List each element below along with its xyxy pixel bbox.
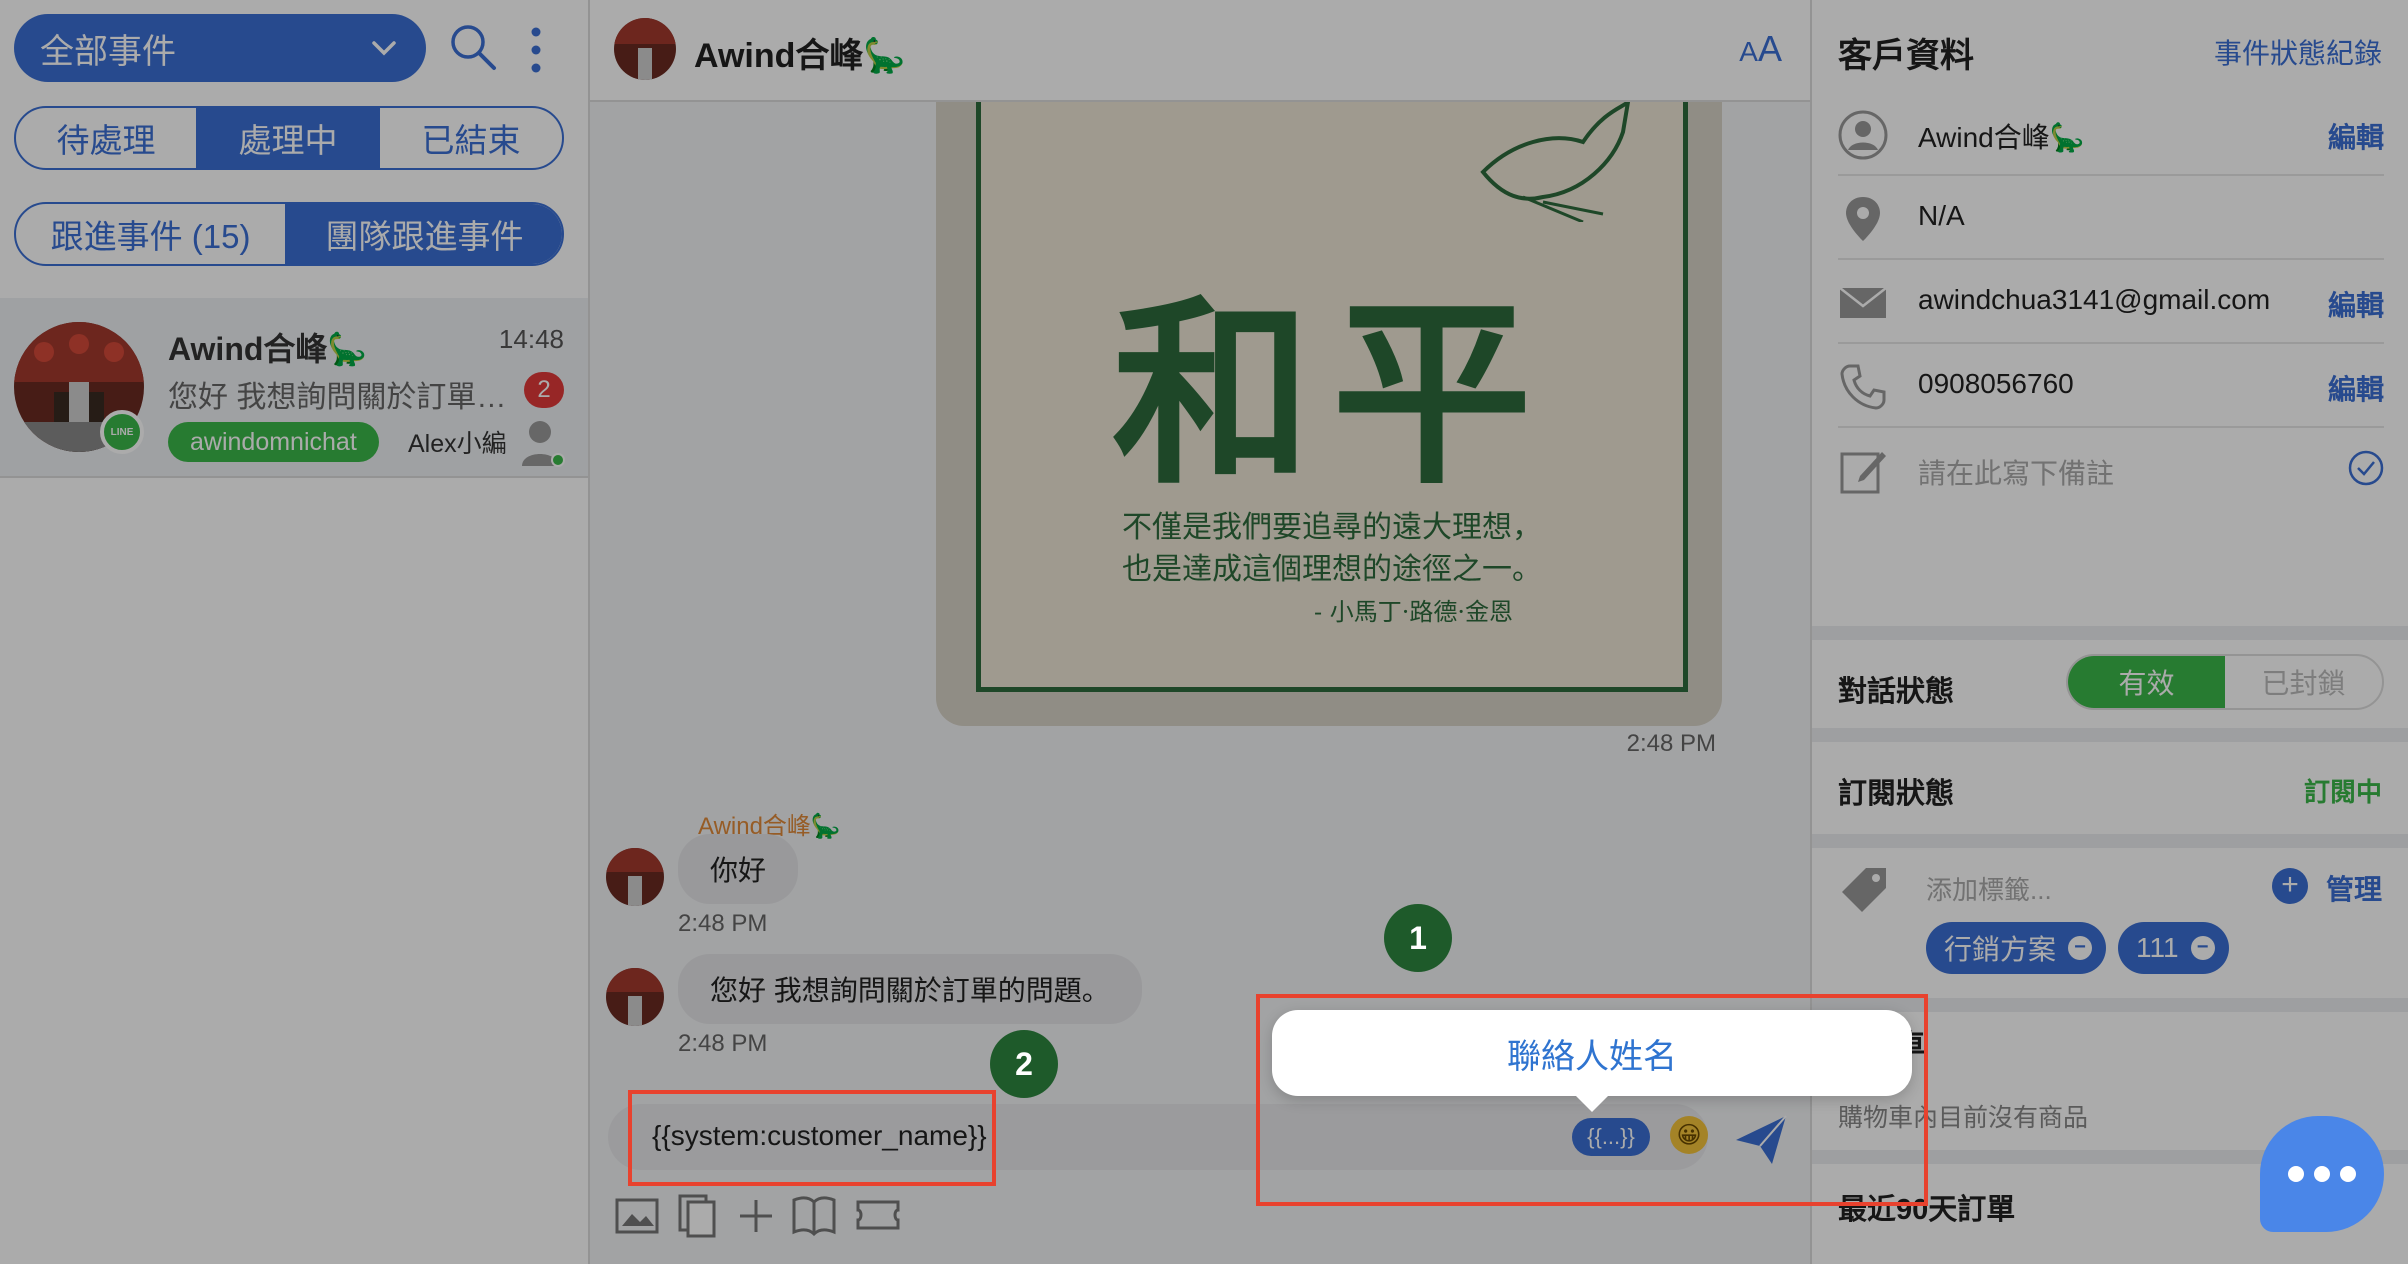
poster-quote-line2: 也是達成這個理想的途徑之一。 <box>1122 552 1542 587</box>
poster-author: - 小馬丁·路德·金恩 <box>1314 598 1513 626</box>
conversation-name: Awind合峰🦕 <box>168 331 368 367</box>
message-bubble: 你好 <box>678 834 799 904</box>
search-icon[interactable] <box>446 20 502 76</box>
tag-chip-label: 行銷方案 <box>1944 934 2057 965</box>
step-marker-2: 2 <box>990 1030 1058 1098</box>
agent-avatar-icon <box>522 421 565 467</box>
mail-icon <box>1839 287 1887 318</box>
conversation-time: 14:48 <box>498 324 564 354</box>
customer-name: Awind合峰🦕 <box>1918 122 2085 153</box>
unread-badge: 2 <box>524 372 564 408</box>
note-input[interactable]: 請在此寫下備註 <box>1918 452 2114 492</box>
tag-input[interactable]: 添加標籤... <box>1926 870 2052 907</box>
subscription-status-label: 訂閱狀態 <box>1838 778 1955 810</box>
user-icon <box>1838 110 1888 160</box>
line-channel-icon: LINE <box>100 410 144 454</box>
dot <box>2314 1166 2330 1182</box>
poster-title: 和平 <box>1111 277 1552 512</box>
tag-chip-label: 111 <box>2136 932 2179 963</box>
event-filter-label: 全部事件 <box>40 32 176 71</box>
chat-support-button[interactable] <box>2260 1116 2384 1232</box>
remove-tag-icon[interactable]: − <box>2068 936 2093 960</box>
dot <box>2288 1166 2304 1182</box>
tab-closed[interactable]: 已結束 <box>380 108 562 168</box>
customer-email: awindchua3141@gmail.com <box>1918 284 2271 315</box>
customer-info-title: 客戶資料 <box>1838 37 1974 75</box>
edit-email-button[interactable]: 編輯 <box>2328 284 2384 324</box>
manage-tags-button[interactable]: 管理 <box>2326 868 2382 908</box>
avatar <box>614 18 676 80</box>
customer-location-row: N/A <box>1838 176 2384 260</box>
event-history-link[interactable]: 事件狀態紀錄 <box>2214 32 2382 72</box>
status-blocked-option[interactable]: 已封鎖 <box>2225 656 2382 708</box>
chevron-down-icon <box>372 41 396 56</box>
highlight-input-box <box>628 1090 996 1186</box>
tag-chip: 行銷方案 − <box>1926 922 2107 974</box>
avatar <box>606 848 664 906</box>
event-filter-dropdown[interactable]: 全部事件 <box>14 14 426 82</box>
avatar <box>606 968 664 1026</box>
tab-my-follow[interactable]: 跟進事件 (15) <box>16 204 288 264</box>
message-time: 2:48 PM <box>1626 730 1716 757</box>
poster-quote-line1: 不僅是我們要追尋的遠大理想， <box>1122 510 1542 545</box>
tag-icon <box>1842 868 1886 912</box>
message-bubble: 您好 我想詢問關於訂單的問題。 <box>678 954 1142 1024</box>
dove-illustration <box>1480 102 1631 222</box>
add-tag-icon[interactable]: + <box>2272 868 2308 904</box>
step-marker-1: 1 <box>1384 904 1452 972</box>
plus-icon[interactable] <box>736 1192 776 1238</box>
font-size-icon[interactable]: AA <box>1739 28 1782 70</box>
channel-tag: awindomnichat <box>168 422 379 462</box>
check-circle-icon[interactable] <box>2348 450 2384 486</box>
assigned-agent: Alex小編 <box>408 430 507 458</box>
note-edit-icon <box>1840 452 1886 494</box>
more-options-icon[interactable] <box>520 22 552 78</box>
divider <box>1812 834 2408 848</box>
conversation-preview: 您好 我想詢問關於訂單的... <box>168 381 514 414</box>
image-message[interactable]: 和平 不僅是我們要追尋的遠大理想， 也是達成這個理想的途徑之一。 - 小馬丁·路… <box>936 102 1722 726</box>
tag-chip: 111 − <box>2118 922 2229 974</box>
subscription-status-value: 訂閱中 <box>2303 777 2382 807</box>
phone-icon <box>1840 364 1886 410</box>
message-time: 2:48 PM <box>678 910 768 937</box>
follow-tabs: 跟進事件 (15) 團隊跟進事件 <box>14 202 564 266</box>
customer-note-row[interactable]: 請在此寫下備註 <box>1838 428 2384 512</box>
remove-tag-icon[interactable]: − <box>2190 936 2215 960</box>
conversation-list-panel: 全部事件 待處理 處理中 已結束 跟進事件 (15) 團隊跟進事件 LINE A… <box>0 0 590 1264</box>
divider <box>1812 626 2408 640</box>
coupon-icon[interactable] <box>854 1192 902 1238</box>
chat-contact-name: Awind合峰🦕 <box>694 37 906 75</box>
tab-in-progress[interactable]: 處理中 <box>198 108 380 168</box>
knowledge-book-icon[interactable] <box>790 1192 838 1238</box>
conversation-status-toggle[interactable]: 有效 已封鎖 <box>2066 654 2384 710</box>
conversation-status-label: 對話狀態 <box>1838 676 1955 708</box>
poster-image: 和平 不僅是我們要追尋的遠大理想， 也是達成這個理想的途徑之一。 - 小馬丁·路… <box>976 102 1688 692</box>
edit-phone-button[interactable]: 編輯 <box>2328 368 2384 408</box>
tooltip-arrow <box>1574 1094 1610 1112</box>
customer-phone: 0908056760 <box>1918 368 2074 399</box>
status-active-option[interactable]: 有效 <box>2068 656 2225 708</box>
conversation-list-item[interactable]: LINE Awind合峰🦕 14:48 您好 我想詢問關於訂單的... 2 aw… <box>0 298 588 478</box>
customer-name-row: Awind合峰🦕 編輯 <box>1838 92 2384 176</box>
file-upload-icon[interactable] <box>674 1192 720 1238</box>
chat-header: Awind合峰🦕 AA <box>590 0 1810 102</box>
image-upload-icon[interactable] <box>614 1192 660 1238</box>
message-time: 2:48 PM <box>678 1030 768 1057</box>
customer-location: N/A <box>1918 200 1965 231</box>
divider <box>1812 728 2408 742</box>
tab-pending[interactable]: 待處理 <box>16 108 198 168</box>
location-pin-icon <box>1846 197 1880 241</box>
edit-name-button[interactable]: 編輯 <box>2328 116 2384 156</box>
variable-tooltip[interactable]: 聯絡人姓名 <box>1272 1010 1912 1096</box>
dot <box>2340 1166 2356 1182</box>
status-tabs: 待處理 處理中 已結束 <box>14 106 564 170</box>
customer-phone-row: 0908056760 編輯 <box>1838 344 2384 428</box>
customer-email-row: awindchua3141@gmail.com 編輯 <box>1838 260 2384 344</box>
tab-team-follow[interactable]: 團隊跟進事件 <box>287 204 562 264</box>
